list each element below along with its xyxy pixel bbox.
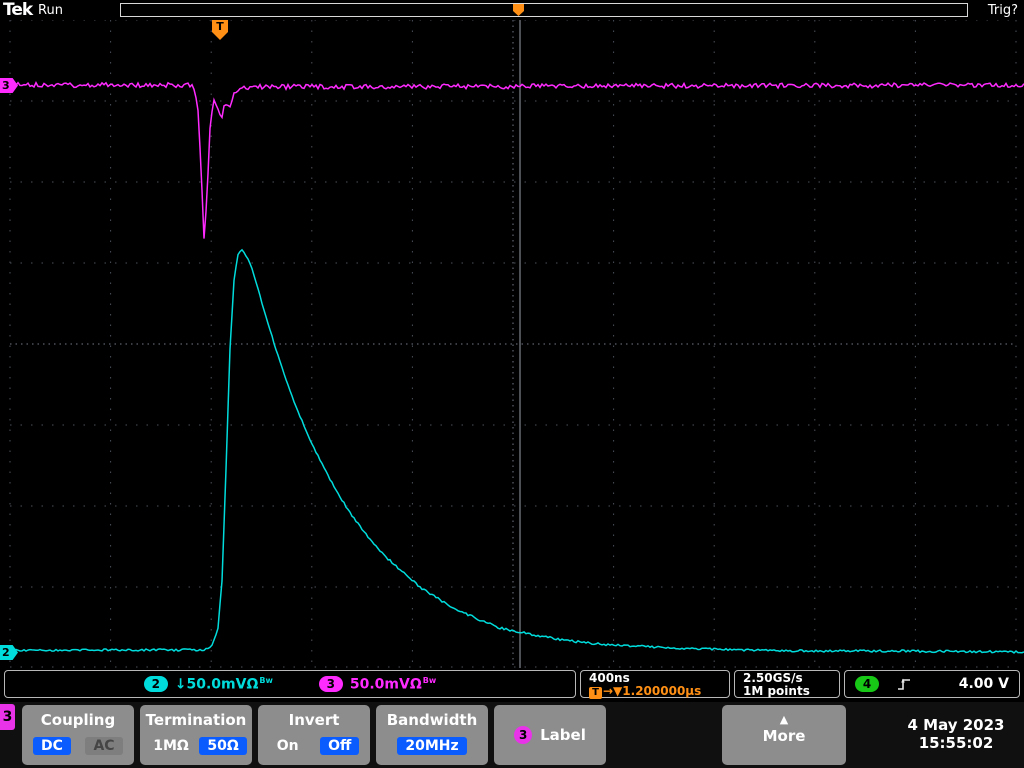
delay-value: 1.200000µs [622,684,702,698]
graticule: T 3 2 [0,19,1024,668]
traces [0,81,1024,654]
channel-3-readout: 3 50.0mVΩBw [318,675,437,693]
grid [9,19,1017,668]
termination-option-1mohm[interactable]: 1MΩ [145,737,197,755]
invert-option-off[interactable]: Off [320,737,360,755]
invert-option-on[interactable]: On [269,737,307,755]
bandwidth-option-20mhz[interactable]: 20MHz [397,737,467,755]
menu-channel-badge: 3 [0,704,15,730]
channel-readouts: 2 ↓50.0mVΩBw 3 50.0mVΩBw [4,670,576,698]
record-length: 1M points [743,684,810,698]
trigger-delay-icon: T [589,687,602,699]
trace-ch3 [0,81,1024,239]
channel-3-scale: 50.0mVΩBw [349,675,437,693]
coupling-option-ac[interactable]: AC [85,737,123,755]
timebase-readout: 400ns T →▼1.200000µs [580,670,730,699]
trigger-source-badge: 4 [855,676,879,692]
channel-2-badge: 2 [143,676,168,692]
coupling-button[interactable]: Coupling DC AC [22,705,134,765]
channel-2-readout: 2 ↓50.0mVΩBw [143,675,273,693]
invert-button[interactable]: Invert On Off [258,705,370,765]
top-bar: Tek Run Trig? [0,0,1024,20]
waveform-display [0,19,1024,668]
record-position-bar [120,3,968,17]
coupling-label: Coupling [40,711,116,729]
record-trigger-marker [513,4,524,16]
acquisition-status: Run [38,3,63,18]
delay-arrow-icon: →▼ [603,684,623,698]
channel-3-badge: 3 [318,676,343,692]
label-channel-badge: 3 [514,726,533,744]
trigger-status: Trig? [987,3,1018,18]
label-text: Label [540,726,586,744]
trace-ch2 [0,248,1024,654]
bandwidth-button[interactable]: Bandwidth 20MHz [376,705,488,765]
termination-button[interactable]: Termination 1MΩ 50Ω [140,705,252,765]
invert-label: Invert [288,711,340,729]
label-button[interactable]: 3 Label [494,705,606,765]
oscilloscope-screen: Tek Run Trig? T 3 2 2 ↓50.0mVΩBw 3 50.0m… [0,0,1024,768]
more-label: More [762,727,806,745]
readout-bar: 2 ↓50.0mVΩBw 3 50.0mVΩBw 400ns T →▼1.2000… [0,668,1024,702]
acquisition-readout: 2.50GS/s 1M points [734,670,840,698]
trigger-readout: 4 4.00 V [844,670,1020,698]
termination-option-50ohm[interactable]: 50Ω [199,737,247,755]
more-button[interactable]: ▲ More [722,705,846,765]
channel-2-scale: ↓50.0mVΩBw [174,675,273,693]
rising-edge-icon [898,678,910,690]
menu-bar: 3 Coupling DC AC Termination 1MΩ 50Ω Inv… [0,702,1024,768]
trigger-delay-readout: T →▼1.200000µs [589,685,729,699]
coupling-option-dc[interactable]: DC [33,737,71,755]
date-text: 4 May 2023 [907,716,1005,734]
time-text: 15:55:02 [918,734,994,752]
trigger-level: 4.00 V [958,676,1009,692]
chevron-up-icon: ▲ [779,713,789,726]
tek-logo: Tek [3,0,33,20]
termination-label: Termination [145,711,247,729]
datetime-display: 4 May 2023 15:55:02 [890,716,1022,752]
bandwidth-label: Bandwidth [386,711,478,729]
